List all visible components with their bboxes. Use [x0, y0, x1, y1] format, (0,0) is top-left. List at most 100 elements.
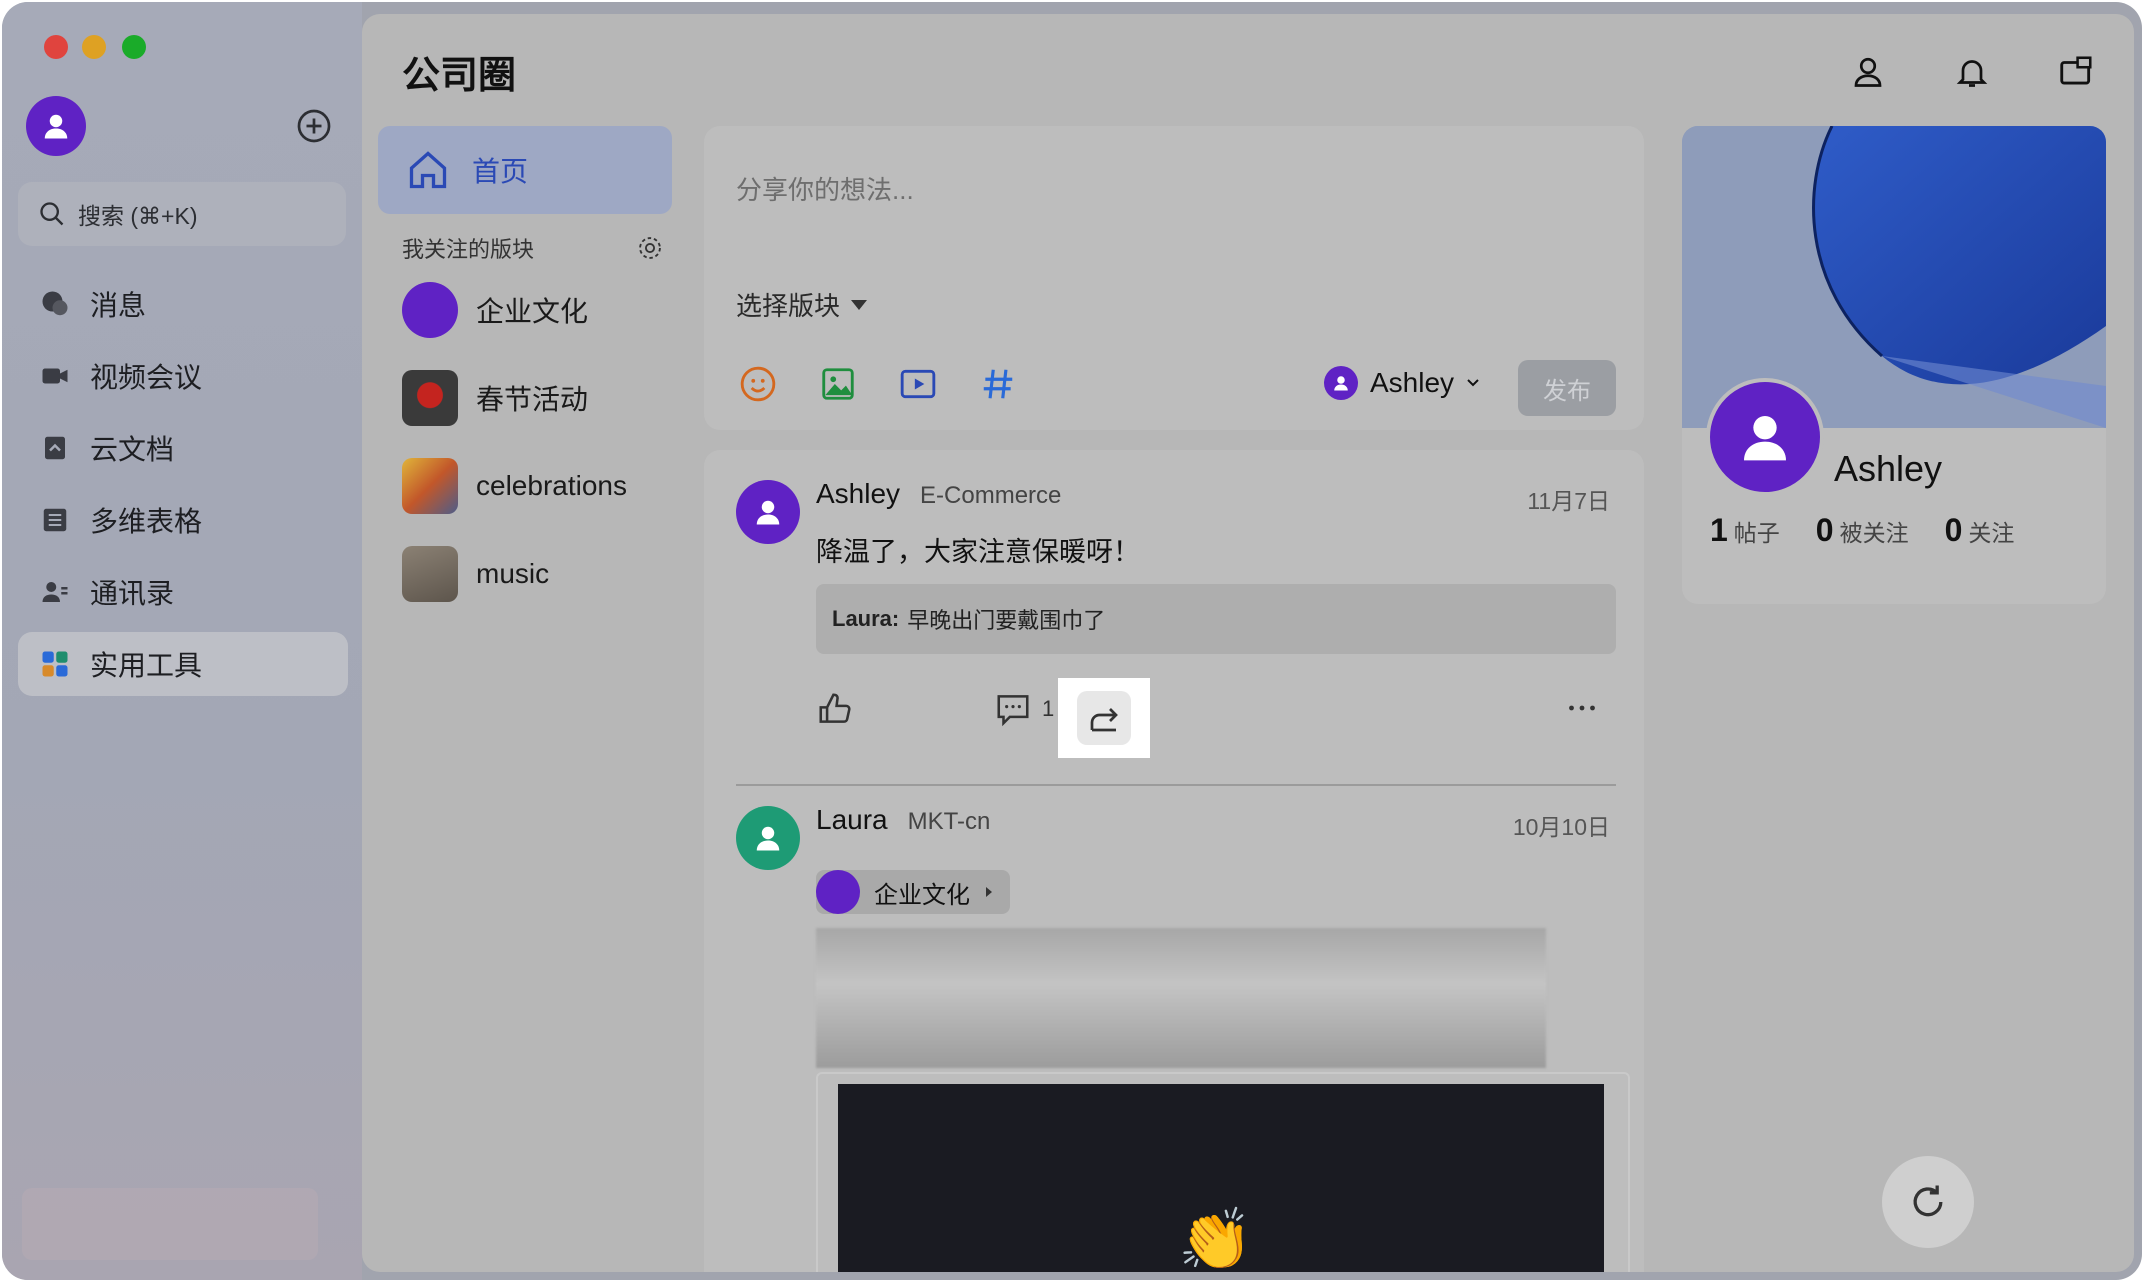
add-icon[interactable] [296, 108, 332, 144]
comment-icon [997, 695, 1029, 727]
comment-author: Laura: [832, 606, 900, 631]
divider [736, 784, 1616, 786]
post-text: 降温了，大家注意保暖呀！ [816, 537, 1140, 567]
stat-value: 1 [1710, 512, 1728, 548]
video-player[interactable]: 👏 [838, 1084, 1604, 1272]
home-label: 首页 [472, 156, 529, 187]
comment-text: 早晚出门要戴围巾了 [907, 608, 1106, 633]
profile-card: Ashley 1 帖子 0 被关注 0 关注 [1682, 126, 2106, 604]
more-button[interactable] [1564, 690, 1600, 726]
stat-value: 0 [1944, 512, 1963, 548]
home-icon [409, 151, 447, 189]
close-window-button[interactable] [44, 35, 68, 59]
post-author-avatar[interactable] [736, 480, 800, 544]
apps-icon [40, 649, 70, 679]
post-author-name[interactable]: Laura [816, 804, 888, 836]
sidebar-item-label: 消息 [90, 290, 147, 321]
board-label: celebrations [476, 470, 627, 501]
settings-gear-icon[interactable] [636, 234, 664, 262]
user-avatar[interactable] [26, 96, 86, 156]
hashtag-icon[interactable] [976, 362, 1020, 406]
stat-label: 帖子 [1733, 520, 1780, 546]
search-placeholder: 搜索 (⌘+K) [78, 203, 198, 229]
board-item-celebrations[interactable]: celebrations [378, 442, 672, 530]
post-board-tag[interactable]: 企业文化 [816, 870, 1010, 914]
board-label: music [476, 558, 550, 589]
post-header: Laura MKT-cn [816, 804, 990, 836]
sidebar-item-contacts[interactable]: 通讯录 [18, 560, 348, 624]
maximize-window-button[interactable] [122, 35, 146, 59]
stat-posts[interactable]: 1 帖子 [1710, 512, 1780, 549]
stat-followers[interactable]: 0 被关注 [1816, 512, 1909, 549]
feed: Ashley E-Commerce 11月7日 降温了，大家注意保暖呀！ Lau… [704, 450, 1644, 1272]
refresh-icon [1913, 1185, 1943, 1217]
caret-down-icon [851, 299, 868, 310]
board-item-music[interactable]: music [378, 530, 672, 618]
sidebar-item-label: 通讯录 [90, 578, 175, 609]
clapping-hands-icon: 👏 [1178, 1206, 1253, 1272]
thumbs-up-icon [819, 693, 851, 723]
board-label: 春节活动 [476, 384, 589, 415]
profile-avatar[interactable] [1706, 378, 1824, 496]
share-button-highlight[interactable] [1058, 678, 1150, 758]
sidebar-item-tools[interactable]: 实用工具 [18, 632, 348, 696]
minimize-window-button[interactable] [82, 35, 106, 59]
compose-input[interactable]: 分享你的想法... [736, 170, 914, 207]
bell-icon[interactable] [1950, 50, 1994, 94]
comment-button[interactable]: 1 [994, 690, 1054, 728]
board-label: 企业文化 [476, 296, 589, 327]
board-thumbnail [402, 458, 458, 514]
app-window: 搜索 (⌘+K) 消息 视频会议 云文档 多维表格 通讯录 实用工具 公司圈 首… [2, 2, 2142, 1280]
table-icon [40, 505, 70, 535]
search-input[interactable]: 搜索 (⌘+K) [18, 182, 346, 246]
sidebar-item-video-meeting[interactable]: 视频会议 [18, 344, 348, 408]
stat-following[interactable]: 0 关注 [1945, 512, 2015, 549]
author-name: Ashley [1370, 367, 1455, 398]
sidebar-item-cloud-docs[interactable]: 云文档 [18, 416, 348, 480]
board-thumbnail [402, 370, 458, 426]
sidebar-item-label: 视频会议 [90, 362, 203, 393]
post-as-selector[interactable]: Ashley [1324, 366, 1480, 400]
sidebar-item-messages[interactable]: 消息 [18, 272, 348, 336]
post-author-dept: MKT-cn [907, 808, 991, 835]
board-avatar [402, 282, 458, 338]
profile-stats: 1 帖子 0 被关注 0 关注 [1710, 512, 2014, 549]
publish-button[interactable]: 发布 [1518, 360, 1616, 416]
stat-label: 关注 [1968, 520, 2015, 546]
chat-icon [40, 289, 70, 319]
post-author-avatar[interactable] [736, 806, 800, 870]
board-thumbnail [402, 546, 458, 602]
board-column: 首页 我关注的版块 企业文化 春节活动 celebrations music [378, 126, 672, 618]
caret-right-icon [986, 887, 992, 897]
blurred-image [816, 928, 1546, 1068]
like-button[interactable] [816, 690, 854, 728]
author-avatar [1324, 366, 1358, 400]
image-icon[interactable] [816, 362, 860, 406]
board-item-spring-festival[interactable]: 春节活动 [378, 354, 672, 442]
share-button[interactable] [1077, 691, 1131, 745]
main-panel: 公司圈 首页 我关注的版块 企业文化 春节活动 celebrations mus… [362, 14, 2134, 1272]
post-date: 10月10日 [1512, 814, 1610, 840]
stat-label: 被关注 [1839, 520, 1909, 546]
tag-label: 企业文化 [874, 881, 970, 909]
sidebar: 搜索 (⌘+K) 消息 视频会议 云文档 多维表格 通讯录 实用工具 [2, 2, 362, 1280]
refresh-button[interactable] [1882, 1156, 1974, 1248]
share-icon [1090, 708, 1118, 732]
person-icon [44, 114, 68, 139]
comment-preview[interactable]: Laura: 早晚出门要戴围巾了 [816, 584, 1616, 654]
board-item-culture[interactable]: 企业文化 [378, 266, 672, 354]
new-window-icon[interactable] [2054, 50, 2098, 94]
profile-name[interactable]: Ashley [1834, 448, 1942, 490]
profile-icon[interactable] [1846, 50, 1890, 94]
compose-card: 分享你的想法... 选择版块 Ashley 发布 [704, 126, 1644, 430]
sidebar-item-bitable[interactable]: 多维表格 [18, 488, 348, 552]
nav-home[interactable]: 首页 [378, 126, 672, 214]
followed-boards-header: 我关注的版块 [378, 230, 672, 266]
post-header: Ashley E-Commerce [816, 478, 1061, 510]
post-author-name[interactable]: Ashley [816, 478, 900, 510]
board-select-dropdown[interactable]: 选择版块 [736, 286, 868, 323]
stat-value: 0 [1815, 512, 1834, 548]
video-icon[interactable] [896, 362, 940, 406]
emoji-icon[interactable] [736, 362, 780, 406]
post-date: 11月7日 [1527, 488, 1610, 514]
